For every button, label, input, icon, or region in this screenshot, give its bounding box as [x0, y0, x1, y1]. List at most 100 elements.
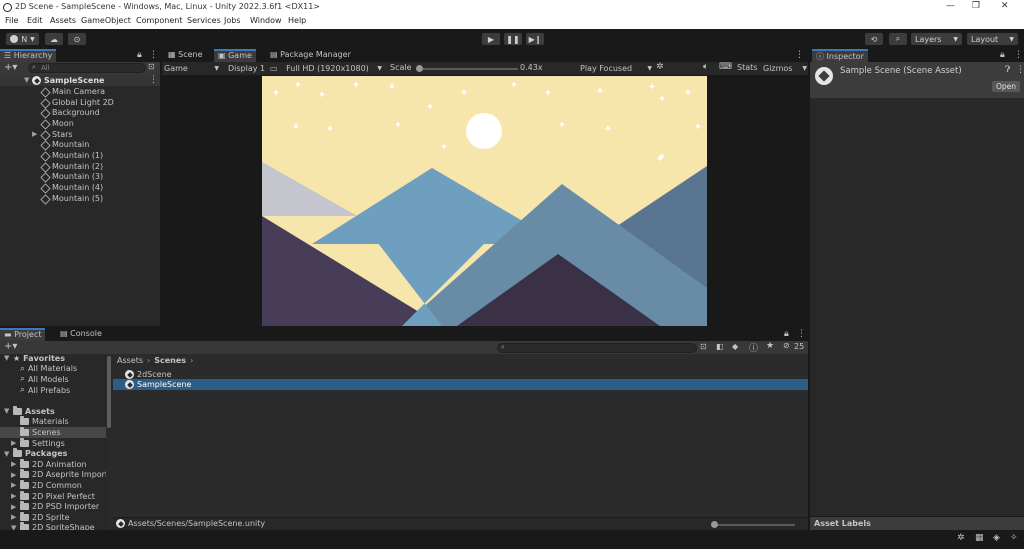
- keyboard-icon[interactable]: ⌨: [719, 62, 732, 72]
- add-icon[interactable]: +▾: [4, 62, 17, 73]
- add-icon[interactable]: +▾: [4, 341, 17, 352]
- tab-game[interactable]: ▣ Game: [214, 49, 256, 62]
- filter-icon[interactable]: ⊡: [148, 62, 155, 71]
- pause-button[interactable]: ❚❚: [503, 32, 523, 46]
- minimize-button[interactable]: —: [946, 1, 955, 11]
- tree-packages[interactable]: ▼ Packages: [4, 448, 67, 459]
- play-focused-dropdown[interactable]: Play Focused ▼: [580, 63, 652, 74]
- tab-inspector[interactable]: ⓘ Inspector: [812, 49, 868, 62]
- help-icon[interactable]: ❓︎: [1005, 65, 1010, 75]
- tree-favorite-item[interactable]: ⌕ All Materials: [20, 364, 77, 375]
- play-button[interactable]: ▶: [481, 32, 501, 46]
- more-menu-icon[interactable]: ⋮: [795, 50, 804, 60]
- hierarchy-item[interactable]: Mountain (5): [40, 193, 103, 204]
- expand-arrow-icon[interactable]: ▼: [4, 450, 9, 458]
- expand-arrow-icon[interactable]: ▼: [4, 407, 9, 415]
- icon-size-slider-thumb[interactable]: [711, 521, 718, 528]
- menu-services[interactable]: Services: [187, 16, 221, 25]
- tree-package-folder[interactable]: ▼ 2D SpriteShape: [11, 522, 95, 530]
- layout-dropdown[interactable]: Layout ▼: [966, 32, 1019, 46]
- menu-file[interactable]: File: [5, 16, 18, 25]
- expand-arrow-icon[interactable]: ▶: [11, 492, 16, 500]
- expand-arrow-icon[interactable]: ▶: [11, 513, 16, 521]
- layers-dropdown[interactable]: Layers ▼: [910, 32, 963, 46]
- tree-package-folder[interactable]: ▶ 2D Animation: [11, 458, 87, 470]
- menu-jobs[interactable]: Jobs: [224, 16, 241, 25]
- lighting-icon[interactable]: ✧: [1010, 533, 1018, 543]
- hierarchy-item[interactable]: Mountain: [40, 140, 89, 151]
- mute-audio-icon[interactable]: 🔈︎: [703, 62, 708, 72]
- game-mode-dropdown[interactable]: Game ▼: [164, 63, 221, 74]
- tree-asset-folder[interactable]: Scenes: [0, 426, 106, 438]
- hierarchy-item[interactable]: Mountain (4): [40, 182, 103, 193]
- project-search-input[interactable]: ⌕: [497, 343, 697, 353]
- undo-history-button[interactable]: ⟲: [864, 32, 884, 46]
- tab-scene[interactable]: ▦ Scene: [164, 49, 207, 62]
- bug-icon[interactable]: ✲: [656, 62, 664, 72]
- hierarchy-item[interactable]: ▶ Stars: [32, 129, 73, 140]
- hierarchy-item[interactable]: Mountain (3): [40, 172, 103, 183]
- asset-labels-heading[interactable]: Asset Labels: [814, 519, 871, 528]
- progress-icon[interactable]: ▦: [975, 533, 984, 543]
- tree-favorite-item[interactable]: ⌕ All Prefabs: [20, 385, 70, 396]
- tab-project[interactable]: ▬ Project: [0, 328, 46, 341]
- hidden-packages-icon[interactable]: ⊘: [783, 341, 790, 350]
- scene-row[interactable]: ▼ SampleScene ⋮: [0, 75, 160, 86]
- hierarchy-item[interactable]: Background: [40, 107, 100, 118]
- stats-button[interactable]: Stats: [737, 63, 757, 72]
- menu-help[interactable]: Help: [288, 16, 306, 25]
- close-button[interactable]: ✕: [1001, 1, 1009, 11]
- gizmos-dropdown[interactable]: Gizmos ▼: [763, 63, 807, 74]
- expand-arrow-icon[interactable]: ▼: [4, 354, 9, 362]
- tree-package-folder[interactable]: ▶ 2D Pixel Perfect: [11, 490, 95, 502]
- lock-icon[interactable]: 🔒︎: [784, 329, 789, 339]
- tree-package-folder[interactable]: ▶ 2D Common: [11, 479, 82, 491]
- search-button[interactable]: ⌕: [888, 32, 908, 46]
- tree-favorite-item[interactable]: ⌕ All Models: [20, 374, 69, 385]
- lock-icon[interactable]: 🔒︎: [1000, 50, 1005, 60]
- scale-slider-thumb[interactable]: [416, 65, 423, 72]
- hierarchy-item[interactable]: Global Light 2D: [40, 97, 114, 108]
- info-icon[interactable]: ⓘ: [749, 341, 758, 354]
- breadcrumb-scenes[interactable]: Scenes: [154, 356, 186, 365]
- expand-arrow-icon[interactable]: ▼: [24, 76, 29, 84]
- tab-package-manager[interactable]: ▤ Package Manager: [266, 49, 355, 62]
- cache-server-icon[interactable]: ◈: [993, 533, 1000, 543]
- tree-asset-folder[interactable]: Materials: [20, 416, 69, 428]
- expand-arrow-icon[interactable]: ▶: [11, 503, 16, 511]
- lock-icon[interactable]: 🔒︎: [137, 50, 142, 60]
- collab-button[interactable]: ⊙: [67, 32, 87, 46]
- more-menu-icon[interactable]: ⋮: [149, 50, 158, 60]
- scene-menu-icon[interactable]: ⋮: [149, 75, 158, 85]
- menu-window[interactable]: Window: [250, 16, 282, 25]
- expand-arrow-icon[interactable]: ▶: [32, 130, 37, 138]
- step-button[interactable]: ▶❙: [525, 32, 545, 46]
- scale-slider-track[interactable]: [416, 65, 518, 72]
- menu-edit[interactable]: Edit: [27, 16, 43, 25]
- tree-package-folder[interactable]: ▶ 2D Sprite: [11, 511, 70, 523]
- game-view[interactable]: ✦✦✦✦ ✦✦✦✦✦ ✦ ✦✦✦ ✦ ✦✦✦ ✦✦✦✦✦: [262, 76, 707, 326]
- menu-assets[interactable]: Assets: [50, 16, 76, 25]
- tab-hierarchy[interactable]: ☰ Hierarchy: [0, 49, 57, 62]
- expand-arrow-icon[interactable]: ▶: [11, 471, 16, 479]
- breadcrumb-assets[interactable]: Assets: [117, 356, 143, 365]
- tree-asset-folder[interactable]: ▶ Settings: [11, 437, 65, 449]
- hierarchy-search-input[interactable]: ⌕ All: [28, 63, 146, 73]
- tree-assets[interactable]: ▼ Assets: [4, 405, 55, 417]
- more-menu-icon[interactable]: ⋮: [1014, 50, 1023, 60]
- bug-icon[interactable]: ✲: [957, 533, 965, 543]
- tree-favorites[interactable]: ▼ ★ Favorites: [4, 354, 65, 364]
- resolution-dropdown[interactable]: ▭ Full HD (1920x1080) ▼: [270, 63, 382, 74]
- open-button[interactable]: Open: [992, 81, 1020, 92]
- filter-by-label-icon[interactable]: ◆: [732, 342, 738, 351]
- hierarchy-item[interactable]: Main Camera: [40, 86, 105, 97]
- expand-arrow-icon[interactable]: ▶: [11, 439, 16, 447]
- tree-package-folder[interactable]: ▶ 2D Aseprite Importer: [11, 469, 112, 481]
- menu-component[interactable]: Component: [136, 16, 182, 25]
- account-dropdown[interactable]: N ▼: [5, 32, 40, 46]
- menu-gameobject[interactable]: GameObject: [81, 16, 131, 25]
- maximize-button[interactable]: ❐: [972, 1, 980, 11]
- tree-scrollbar-thumb[interactable]: [107, 356, 111, 428]
- file-item-selected[interactable]: SampleScene: [113, 379, 808, 390]
- display-dropdown[interactable]: Display 1: [228, 63, 276, 74]
